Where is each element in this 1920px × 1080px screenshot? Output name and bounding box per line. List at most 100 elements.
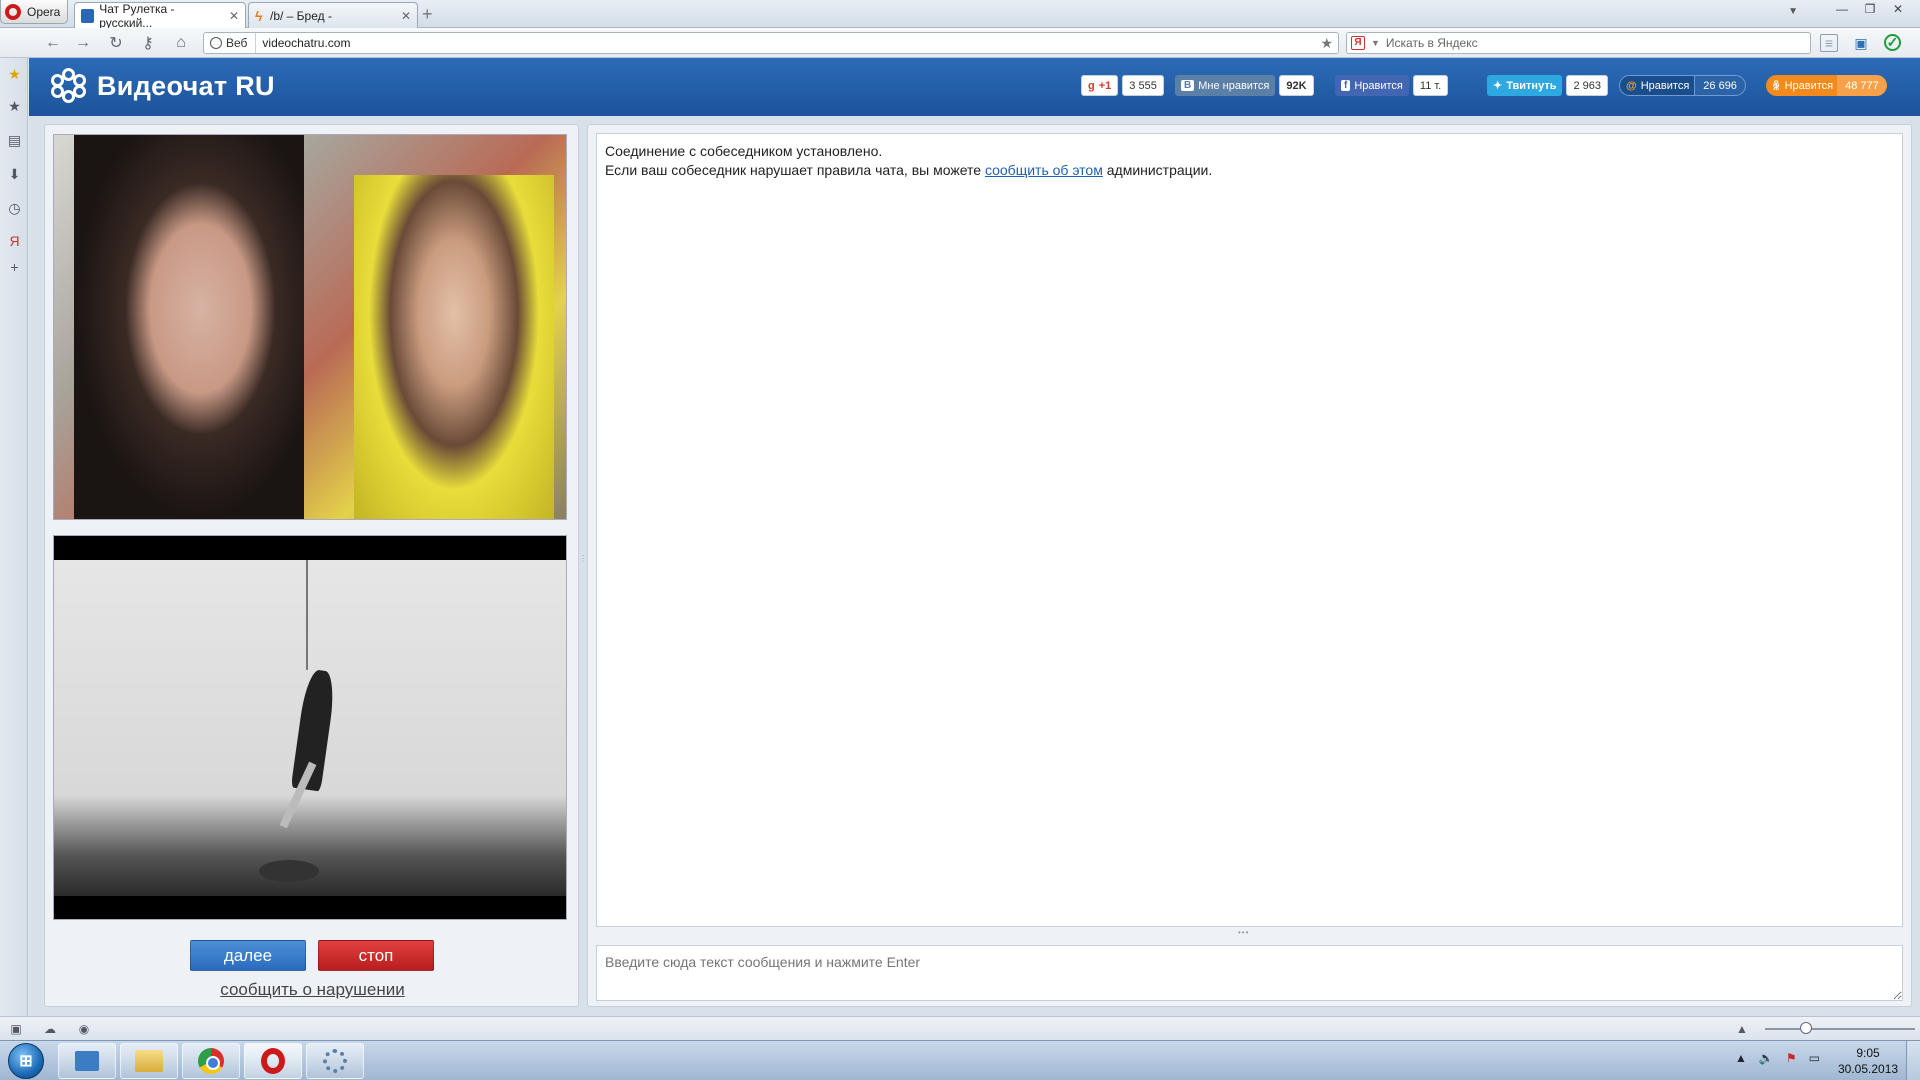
- action-center-icon[interactable]: ▭: [1809, 1051, 1820, 1065]
- speed-dial-icon[interactable]: ◉: [76, 1021, 92, 1037]
- chrome-icon: [198, 1048, 224, 1074]
- minimize-button[interactable]: —: [1828, 0, 1856, 18]
- gplus-count: 3 555: [1122, 75, 1164, 96]
- remote-video: [53, 134, 567, 520]
- zoom-slider-knob[interactable]: [1800, 1022, 1812, 1034]
- opera-icon: [261, 1048, 285, 1074]
- taskbar-settings-app[interactable]: [306, 1043, 364, 1079]
- ok-like-button[interactable]: ꆜ Нравится: [1766, 75, 1848, 96]
- site-info-badge[interactable]: Веб: [204, 33, 257, 53]
- mailru-like-button[interactable]: @ Нравится: [1619, 75, 1705, 96]
- yandex-icon[interactable]: Я: [1351, 36, 1365, 50]
- close-window-button[interactable]: ✕: [1884, 0, 1912, 18]
- facebook-icon: f: [1341, 80, 1351, 91]
- twitter-share[interactable]: ✦ Твитнуть 2 963: [1487, 75, 1609, 96]
- site-logo[interactable]: Видеочат RU: [51, 68, 275, 104]
- search-input[interactable]: Я ▼ Искать в Яндекс: [1346, 32, 1811, 54]
- chat-message-input[interactable]: [596, 945, 1903, 1001]
- rules-text: Если ваш собеседник нарушает правила чат…: [605, 162, 982, 178]
- home-button[interactable]: ⌂: [170, 33, 192, 53]
- site-title: Видеочат RU: [97, 70, 275, 101]
- report-admin-link[interactable]: сообщить об этом: [985, 162, 1103, 178]
- opera-menu-label: Opera: [27, 4, 61, 19]
- ok-label: Нравится: [1784, 79, 1834, 92]
- notes-icon[interactable]: ▤: [6, 132, 23, 149]
- note-icon[interactable]: ≡: [1820, 34, 1838, 52]
- close-icon[interactable]: ✕: [229, 9, 239, 23]
- panel-toggle-icon[interactable]: ▣: [8, 1021, 24, 1037]
- dancer-image: [290, 668, 338, 792]
- back-button[interactable]: ←: [42, 33, 64, 53]
- folder-icon: [135, 1050, 163, 1072]
- vk-share[interactable]: В Мне нравится 92K: [1175, 75, 1314, 96]
- main-content: далее стоп сообщить о нарушении ⋮ Соедин…: [29, 116, 1920, 1016]
- taskbar-chrome[interactable]: [182, 1043, 240, 1079]
- mailru-share[interactable]: @ Нравится 26 696: [1619, 75, 1746, 96]
- chat-resize-handle[interactable]: •••: [1238, 928, 1249, 937]
- tab-b-bred[interactable]: ϟ /b/ – Бред - ✕: [248, 2, 418, 28]
- bookmarks-icon[interactable]: ★: [6, 98, 23, 115]
- chevron-down-icon[interactable]: ▼: [1788, 6, 1798, 17]
- cloud-icon[interactable]: ☁: [42, 1021, 58, 1037]
- vk-count: 92K: [1279, 75, 1314, 96]
- opera-logo-icon: [5, 3, 21, 20]
- chat-log: Соединение с собеседником установлено. Е…: [596, 133, 1903, 927]
- vk-like-button[interactable]: В Мне нравится: [1175, 75, 1276, 96]
- clock-time: 9:05: [1856, 1046, 1880, 1060]
- tweet-button[interactable]: ✦ Твитнуть: [1487, 75, 1563, 96]
- gplus-share[interactable]: g +1 3 555: [1081, 75, 1164, 96]
- taskbar-opera[interactable]: [244, 1043, 302, 1079]
- gplus-button[interactable]: g +1: [1081, 75, 1119, 96]
- url-text[interactable]: videochatru.com: [256, 36, 350, 50]
- ok-count: 48 777: [1837, 75, 1887, 96]
- history-clock-icon[interactable]: ◷: [6, 200, 23, 217]
- zoom-slider[interactable]: [1765, 1028, 1915, 1030]
- report-violation-link[interactable]: сообщить о нарушении: [45, 980, 580, 1000]
- taskbar-explorer[interactable]: [120, 1043, 178, 1079]
- address-field[interactable]: Веб videochatru.com ★: [203, 32, 1339, 54]
- forward-button[interactable]: →: [72, 33, 94, 53]
- key-icon[interactable]: ⚷: [137, 33, 159, 53]
- stop-button[interactable]: стоп: [318, 940, 434, 971]
- tweet-label: Твитнуть: [1506, 79, 1557, 92]
- ok-share[interactable]: ꆜ Нравится 48 777: [1766, 75, 1887, 96]
- restore-button[interactable]: ❐: [1856, 0, 1884, 18]
- fb-like-button[interactable]: f Нравится: [1335, 75, 1409, 96]
- chevron-up-icon[interactable]: ▲: [1734, 1021, 1750, 1037]
- globe-icon: [210, 37, 222, 49]
- window-controls: — ❐ ✕: [1828, 0, 1912, 18]
- downloads-icon[interactable]: ⬇: [6, 166, 23, 183]
- site-header: Видеочат RU g +1 3 555 В Мне нравится 92…: [29, 58, 1920, 116]
- next-button[interactable]: далее: [190, 940, 306, 971]
- person-image: [354, 175, 554, 519]
- browser-side-panel: ★ ★ ▤ ⬇ ◷ Я +: [0, 58, 28, 1016]
- windows-taskbar: ⊞ ▲ 🔈 ⚑ ▭ 9:05 30.05.2013: [0, 1040, 1920, 1080]
- checkmark-icon[interactable]: ✓: [1884, 34, 1901, 51]
- chevron-down-icon[interactable]: ▼: [1371, 38, 1380, 48]
- show-desktop-button[interactable]: [1906, 1041, 1920, 1080]
- system-clock[interactable]: 9:05 30.05.2013: [1838, 1045, 1898, 1077]
- tire-image: [259, 860, 319, 882]
- star-icon[interactable]: ★: [6, 66, 23, 83]
- new-tab-button[interactable]: +: [422, 5, 433, 23]
- system-message: Соединение с собеседником установлено.: [605, 143, 883, 159]
- tab-videochat[interactable]: Чат Рулетка - русский... ✕: [74, 1, 246, 30]
- chevron-up-icon[interactable]: ▲: [1735, 1051, 1747, 1065]
- yandex-icon[interactable]: Я: [6, 232, 23, 249]
- tweet-count: 2 963: [1566, 75, 1609, 96]
- tab-title: Чат Рулетка - русский...: [99, 1, 175, 30]
- reload-button[interactable]: ↻: [105, 33, 127, 53]
- fb-share[interactable]: f Нравится 11 т.: [1335, 75, 1449, 96]
- network-error-icon[interactable]: ⚑: [1786, 1051, 1797, 1065]
- add-panel-icon[interactable]: +: [6, 258, 23, 275]
- start-button[interactable]: ⊞: [8, 1043, 44, 1079]
- mailru-label: Нравится: [1640, 79, 1690, 92]
- close-icon[interactable]: ✕: [401, 9, 411, 23]
- taskbar-control-panel[interactable]: [58, 1043, 116, 1079]
- bookmark-star-icon[interactable]: ★: [1320, 35, 1333, 52]
- download-icon[interactable]: ▣: [1852, 34, 1870, 52]
- opera-menu-button[interactable]: Opera: [0, 0, 68, 24]
- gear-icon: [323, 1049, 347, 1073]
- speaker-icon[interactable]: 🔈: [1759, 1051, 1774, 1065]
- panel-splitter-handle[interactable]: ⋮: [579, 555, 587, 576]
